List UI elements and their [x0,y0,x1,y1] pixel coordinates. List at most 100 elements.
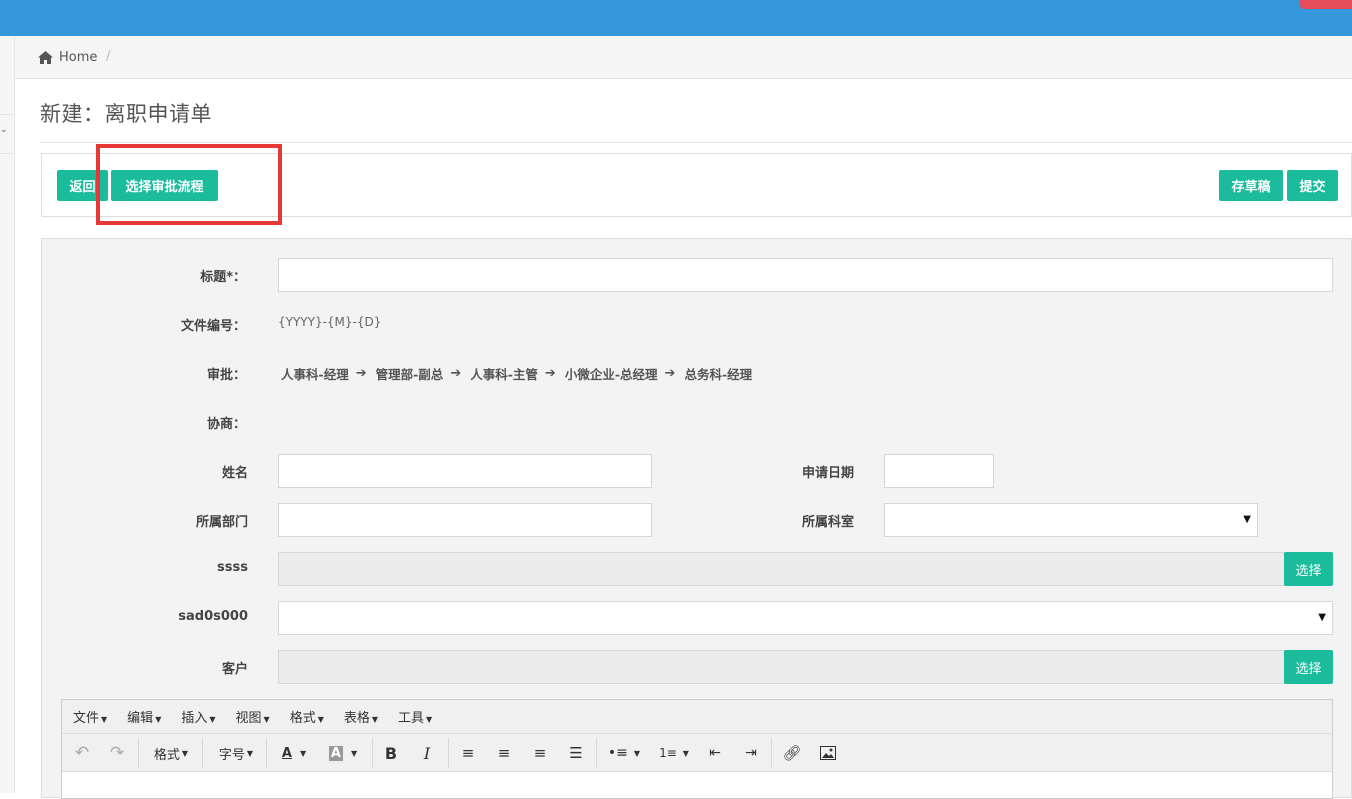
menu-table[interactable]: 表格 ▼ [344,707,378,726]
numbered-list-icon: 1≡ [659,746,677,760]
background-color-icon: A [328,745,343,761]
department-label: 所属部门 [195,515,248,530]
align-center-icon[interactable]: ≡ [493,742,515,764]
apply-date-input[interactable] [884,454,994,488]
breadcrumb: Home / [15,36,1352,79]
indent-icon[interactable]: ⇥ [740,742,762,764]
undo-icon[interactable]: ↶ [72,742,92,764]
breadcrumb-separator: / [106,49,111,64]
fontsize-dropdown[interactable]: 字号 ▼ [214,742,258,764]
arrow-right-icon: ➔ [664,366,676,381]
text-color-icon: A [281,745,292,761]
italic-icon[interactable]: I [416,742,438,764]
caret-down-icon: ▼ [317,715,324,724]
sidebar-collapsed: ⌄ [0,36,15,793]
menu-label: 工具 [398,711,425,726]
editor-menubar: 文件 ▼ 编辑 ▼ 插入 ▼ 视图 ▼ 格式 ▼ 表格 ▼ 工具 ▼ [62,700,1332,734]
name-input[interactable] [278,454,652,488]
submit-button[interactable]: 提交 [1287,170,1338,201]
topbar-corner-badge[interactable] [1300,0,1352,9]
approval-step: 总务科-经理 [684,367,753,382]
menu-label: 视图 [235,711,262,726]
bullet-list-icon: •≡ [607,745,628,761]
customer-select-button[interactable]: 选择 [1284,650,1333,684]
page-title: 新建：离职申请单 [40,102,212,126]
approval-label: 审批： [206,368,246,383]
image-glyph [820,746,836,760]
caret-down-icon: ▼ [101,715,108,724]
redo-icon[interactable]: ↷ [107,742,127,764]
name-label: 姓名 [221,466,248,481]
doc-number-value: {YYYY}-{M}-{D} [278,315,382,329]
menu-edit[interactable]: 编辑 ▼ [127,707,161,726]
link-icon[interactable]: 🔗︎ [781,742,803,764]
back-button[interactable]: 返回 [57,170,108,201]
doc-number-label: 文件编号： [180,319,246,334]
customer-input[interactable] [278,650,1285,684]
outdent-icon[interactable]: ⇤ [704,742,726,764]
apply-date-label: 申请日期 [801,466,854,481]
section-select[interactable]: ▼ [884,503,1258,537]
dropdown-arrow-icon: ▼ [1243,514,1251,525]
caret-down-icon: ▼ [155,715,162,724]
ssss-label: ssss [217,560,248,575]
text-color-button[interactable]: A ▼ [276,742,312,764]
sad-select[interactable]: ▼ [278,601,1333,635]
fontsize-dropdown-label: 字号 [218,747,245,763]
menu-label: 插入 [181,711,208,726]
ssss-select-button[interactable]: 选择 [1284,552,1333,586]
rich-text-editor: 文件 ▼ 编辑 ▼ 插入 ▼ 视图 ▼ 格式 ▼ 表格 ▼ 工具 ▼ ↶ ↷ 格式 ▼ 字号 ▼ … [61,699,1333,799]
title-input[interactable] [278,258,1333,292]
ssss-input[interactable] [278,552,1285,586]
menu-file[interactable]: 文件 ▼ [73,707,107,726]
bold-icon[interactable]: B [380,742,402,764]
caret-down-icon: ▼ [426,715,433,724]
caret-down-icon: ▼ [263,715,270,724]
menu-format[interactable]: 格式 ▼ [290,707,324,726]
home-icon [38,50,53,64]
image-icon[interactable] [817,742,839,764]
dropdown-arrow-icon: ▼ [1318,612,1326,623]
menu-view[interactable]: 视图 ▼ [236,707,270,726]
format-dropdown-label: 格式 [153,747,180,763]
approval-flow: 人事科-经理 ➔ 管理部-副总 ➔ 人事科-主管 ➔ 小微企业-总经理 ➔ 总务… [281,364,752,383]
background-color-button[interactable]: A ▼ [324,742,362,764]
top-navbar [0,0,1352,36]
align-justify-icon[interactable]: ☰ [565,742,587,764]
toolbar-divider [771,738,772,768]
caret-down-icon: ▼ [682,748,689,758]
caret-down-icon: ▼ [633,748,641,758]
menu-tools[interactable]: 工具 ▼ [398,707,432,726]
menu-label: 文件 [73,711,100,726]
toolbar-divider [596,738,597,768]
menu-label: 编辑 [127,711,154,726]
sidebar-toggle[interactable]: ⌄ [0,114,15,154]
numbered-list-button[interactable]: 1≡ ▼ [654,742,694,764]
action-toolbar: 返回 选择审批流程 存草稿 提交 [41,153,1352,217]
menu-insert[interactable]: 插入 ▼ [181,707,215,726]
arrow-right-icon: ➔ [450,366,462,381]
chevron-icon: ⌄ [0,125,8,135]
menu-label: 表格 [343,711,370,726]
bullet-list-button[interactable]: •≡ ▼ [604,742,644,764]
section-label: 所属科室 [801,515,854,530]
caret-down-icon: ▼ [246,748,254,758]
toolbar-divider [372,738,373,768]
toolbar-divider [448,738,449,768]
editor-toolbar: ↶ ↷ 格式 ▼ 字号 ▼ A ▼ A ▼ B I ≡ ≡ ≡ ☰ •≡ ▼ 1≡ ▼ ⇤ … [62,734,1332,772]
align-left-icon[interactable]: ≡ [457,742,479,764]
save-draft-button[interactable]: 存草稿 [1219,170,1283,201]
sad-label: sad0s000 [178,609,248,624]
caret-down-icon: ▼ [299,748,307,758]
format-dropdown[interactable]: 格式 ▼ [148,742,194,764]
breadcrumb-home[interactable]: Home [37,48,97,66]
arrow-right-icon: ➔ [544,366,556,381]
caret-down-icon: ▼ [181,748,189,758]
align-right-icon[interactable]: ≡ [529,742,551,764]
department-input[interactable] [278,503,652,537]
arrow-right-icon: ➔ [355,366,367,381]
toolbar-divider [138,738,139,768]
select-approval-flow-button[interactable]: 选择审批流程 [111,170,218,201]
title-label: 标题*： [200,270,246,285]
caret-down-icon: ▼ [209,715,216,724]
